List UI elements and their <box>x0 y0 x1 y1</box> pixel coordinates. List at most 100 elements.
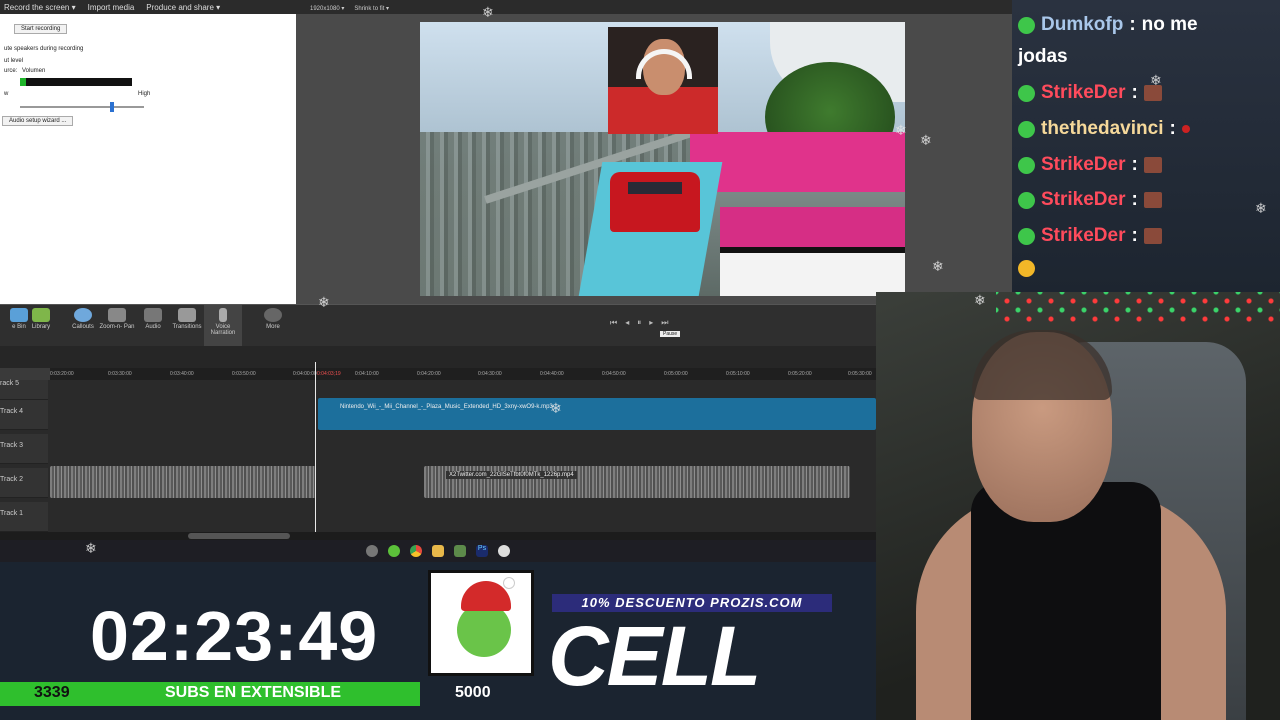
input-level-meter <box>20 78 132 86</box>
callouts-icon <box>74 308 92 322</box>
badge-icon <box>1018 156 1035 174</box>
microphone-icon <box>219 308 227 322</box>
snowflake-icon: ❄ <box>1255 200 1267 216</box>
brand-logo: CELL <box>548 609 761 703</box>
snowflake-icon: ❄ <box>974 292 986 308</box>
pause-icon[interactable]: ⏸ <box>637 318 641 332</box>
tool-voice-narration[interactable]: Voice Narration <box>204 305 242 347</box>
scrollbar-thumb[interactable] <box>188 533 290 539</box>
app-icon[interactable] <box>498 545 510 557</box>
transitions-icon <box>178 308 196 322</box>
snowflake-icon: ❄ <box>85 540 97 556</box>
chat-panel: Dumkofp: no me jodas StrikeDer: thetheda… <box>1012 0 1280 292</box>
skip-forward-icon[interactable]: ⏭ <box>661 318 668 332</box>
badge-icon <box>1018 120 1035 138</box>
badge-icon <box>1018 191 1035 209</box>
chat-message: StrikeDer: <box>1018 154 1162 176</box>
christmas-emote <box>428 570 534 676</box>
library-icon <box>32 308 50 322</box>
tools-row: e Bin Library Callouts Zoom-n- Pan Audio… <box>0 304 876 347</box>
snowflake-icon: ❄ <box>482 4 494 20</box>
track-label[interactable]: Track 4 <box>0 400 48 430</box>
chat-message: thethedavinci: <box>1018 118 1190 140</box>
mute-speakers-option[interactable]: ute speakers during recording <box>4 46 83 52</box>
start-recording-button[interactable]: Start recording <box>14 24 68 34</box>
source-value[interactable]: Volumen <box>22 68 45 74</box>
tool-library[interactable]: Library <box>22 305 60 347</box>
zoom-dropdown[interactable]: Shrink to fit ▾ <box>354 5 389 12</box>
race-car <box>610 172 700 232</box>
badge-icon <box>1018 84 1035 102</box>
emote-icon <box>1143 228 1162 244</box>
folder-icon[interactable] <box>432 545 444 557</box>
skip-back-icon[interactable]: ⏮ <box>610 318 617 332</box>
subs-count: 3339 <box>34 684 70 701</box>
timeline-toolbar <box>0 346 876 368</box>
recording-panel: Start recording ute speakers during reco… <box>0 14 296 304</box>
taskbar: Ps <box>0 540 876 562</box>
chat-message: Dumkofp: no me <box>1018 14 1198 36</box>
audio-waveform-clip[interactable] <box>50 466 316 498</box>
app-icon[interactable] <box>388 545 400 557</box>
canvas-toolbar: 1920x1080 ▾ Shrink to fit ▾ <box>300 2 1000 14</box>
tool-callouts[interactable]: Callouts <box>64 305 102 347</box>
music-clip[interactable]: Nintendo_Wii_-_Mii_Channel_-_Plaza_Music… <box>318 398 876 430</box>
track-label[interactable]: Track 1 <box>0 502 48 532</box>
emote-icon <box>1143 192 1162 208</box>
forward-icon[interactable]: ▸ <box>649 318 653 332</box>
clock-icon[interactable] <box>366 545 378 557</box>
pause-tooltip: Pause <box>660 331 681 337</box>
chat-message: StrikeDer: <box>1018 225 1162 247</box>
track-label[interactable]: Track 2 <box>0 468 48 498</box>
chat-emote-line <box>1018 260 1035 277</box>
timeline-scrollbar[interactable] <box>0 532 876 540</box>
tool-more[interactable]: More <box>254 305 292 347</box>
photoshop-icon[interactable]: Ps <box>476 545 488 557</box>
camtasia-icon[interactable] <box>454 545 466 557</box>
tool-zoom-pan[interactable]: Zoom-n- Pan <box>98 305 136 347</box>
badge-icon <box>1018 16 1035 34</box>
streamer-webcam <box>876 292 1280 720</box>
emote-icon <box>1143 157 1162 173</box>
snowflake-icon: ❄ <box>318 294 330 310</box>
chrome-icon[interactable] <box>410 545 422 557</box>
input-level-label: ut level <box>4 58 24 64</box>
timeline-tracks: rack 5 Track 4 Track 3 Track 2 Track 1 N… <box>0 380 876 540</box>
badge-icon <box>1018 227 1035 245</box>
more-icon <box>264 308 282 322</box>
chat-message-continued: jodas <box>1018 46 1068 67</box>
tool-transitions[interactable]: Transitions <box>168 305 206 347</box>
rewind-icon[interactable]: ◂ <box>625 318 629 332</box>
preview-facecam <box>608 27 718 134</box>
christmas-lights <box>996 292 1280 322</box>
track-label[interactable]: rack 5 <box>0 380 48 400</box>
snowflake-icon: ❄ <box>1150 72 1162 88</box>
transport-controls: ⏮ ◂ ⏸ ▸ ⏭ <box>610 318 710 332</box>
menu-import-media[interactable]: Import media <box>88 3 135 12</box>
slider-knob[interactable] <box>110 102 114 112</box>
tool-audio[interactable]: Audio <box>134 305 172 347</box>
snowflake-icon: ❄ <box>550 400 562 416</box>
snowflake-icon: ❄ <box>920 132 932 148</box>
menu-record-screen[interactable]: Record the screen ▾ <box>4 3 76 12</box>
canvas-size-dropdown[interactable]: 1920x1080 ▾ <box>310 5 344 12</box>
snowflake-icon: ❄ <box>895 122 907 138</box>
emoji-icon <box>1018 260 1035 277</box>
zoom-icon <box>108 308 126 322</box>
video-clip[interactable]: X2Twitter.com_22GlSeTfbt0f0MTk_1226p.mp4 <box>424 466 850 498</box>
playhead[interactable] <box>315 362 316 532</box>
track-label[interactable]: Track 3 <box>0 434 48 464</box>
audio-setup-wizard-button[interactable]: Audio setup wizard ... <box>2 116 74 126</box>
input-volume-slider[interactable] <box>20 102 144 112</box>
timeline-ruler: 0:03:20:00 0:03:30:00 0:03:40:00 0:03:50… <box>50 368 876 380</box>
subathon-timer: 02:23:49 <box>90 597 379 675</box>
chat-message: StrikeDer: <box>1018 189 1162 211</box>
low-label: w <box>4 91 9 97</box>
chat-message: StrikeDer: <box>1018 82 1162 104</box>
audio-icon <box>144 308 162 322</box>
menu-produce-share[interactable]: Produce and share ▾ <box>146 3 220 12</box>
subs-goal: 5000 <box>455 684 491 701</box>
emote-icon <box>1181 125 1190 133</box>
subs-label: SUBS EN EXTENSIBLE <box>165 684 342 701</box>
high-label: High <box>138 91 151 97</box>
